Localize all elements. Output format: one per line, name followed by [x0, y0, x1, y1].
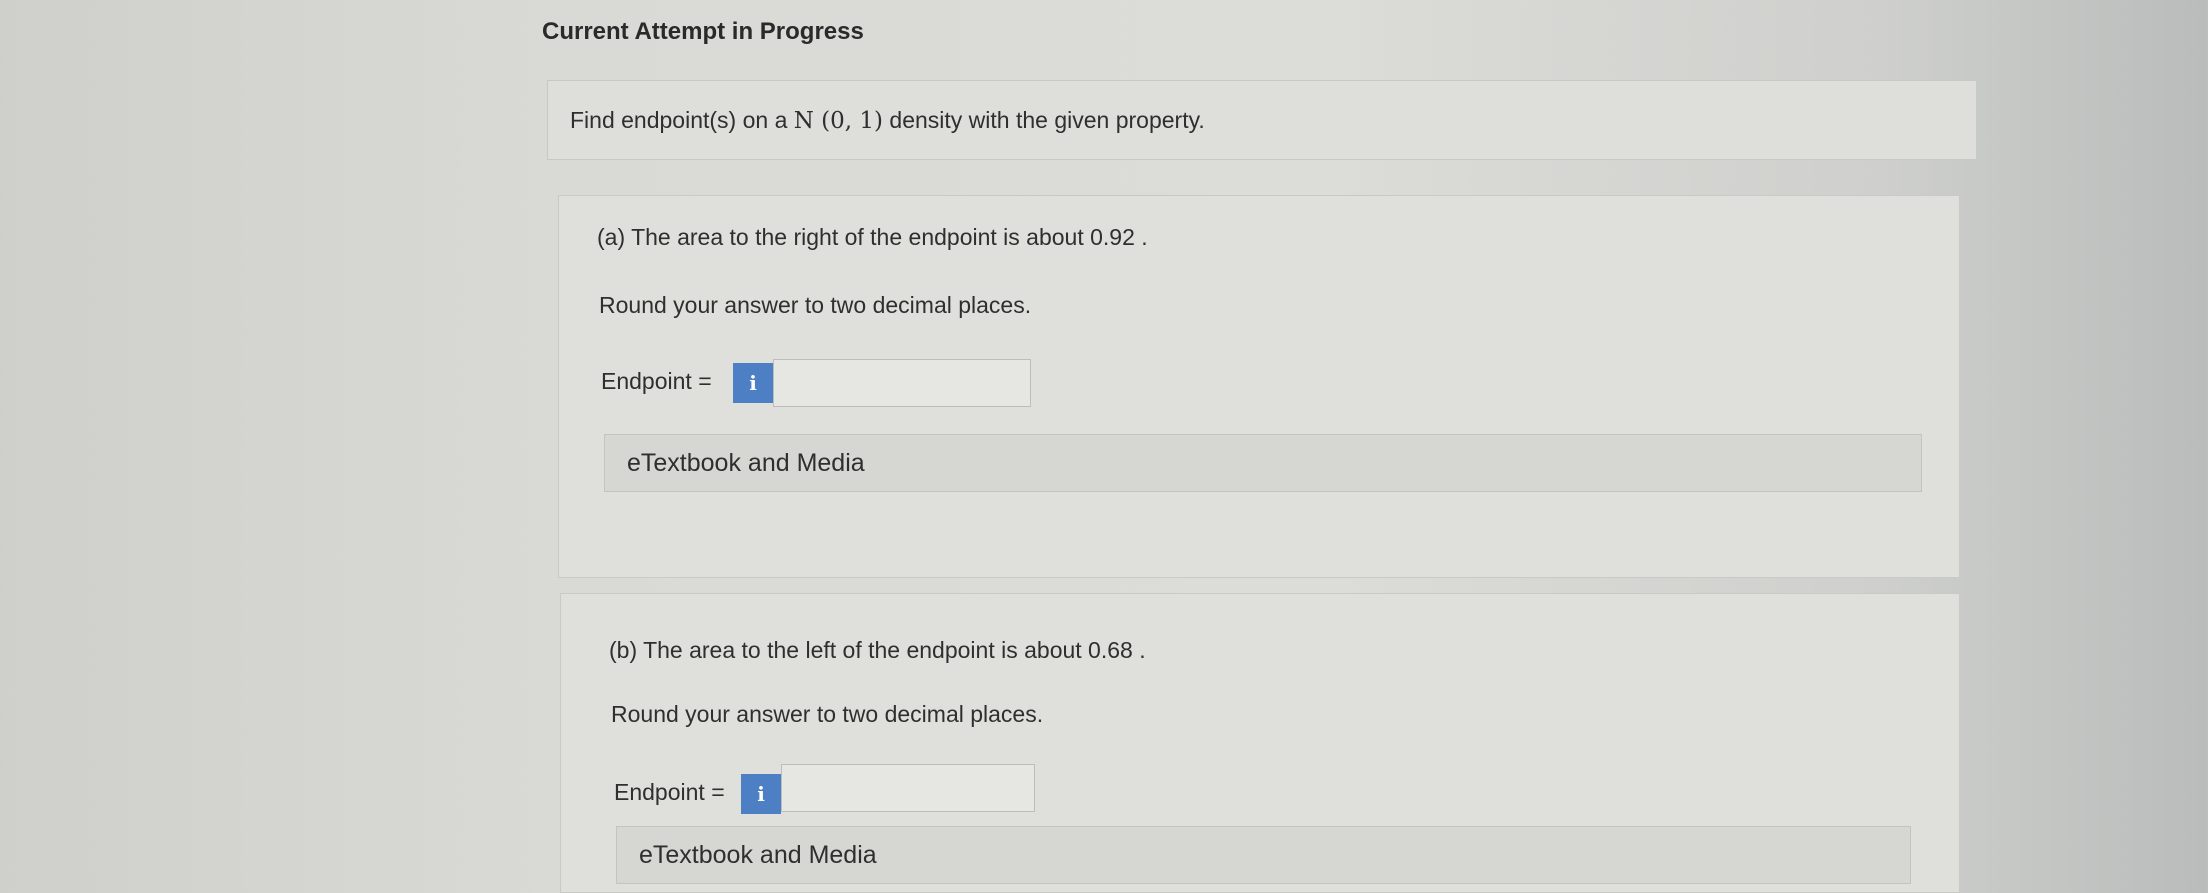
page-title: Current Attempt in Progress	[542, 18, 864, 45]
question-intro-text: Find endpoint(s) on a N (0, 1) density w…	[570, 107, 1205, 134]
part-b-endpoint-input[interactable]	[781, 764, 1035, 812]
part-b-etextbook-media-button[interactable]: eTextbook and Media	[616, 826, 1911, 884]
part-a-endpoint-label: Endpoint =	[601, 368, 712, 394]
part-a-question: (a) The area to the right of the endpoin…	[597, 224, 1148, 250]
intro-text-after: density with the given property.	[883, 107, 1205, 133]
part-b-info-icon[interactable]: i	[741, 774, 781, 814]
part-a-etextbook-media-button[interactable]: eTextbook and Media	[604, 434, 1922, 492]
part-a-instruction: Round your answer to two decimal places.	[599, 292, 1032, 318]
part-a-box: (a) The area to the right of the endpoin…	[558, 195, 1960, 578]
intro-text-before: Find endpoint(s) on a	[570, 107, 794, 133]
intro-math: N (0, 1)	[793, 108, 884, 134]
part-a-info-icon[interactable]: i	[733, 363, 773, 403]
part-b-endpoint-label: Endpoint =	[614, 779, 725, 805]
question-intro-box: Find endpoint(s) on a N (0, 1) density w…	[547, 80, 1977, 160]
part-b-instruction: Round your answer to two decimal places.	[611, 701, 1044, 727]
part-b-question: (b) The area to the left of the endpoint…	[609, 637, 1146, 663]
part-b-box: (b) The area to the left of the endpoint…	[560, 593, 1960, 893]
part-a-endpoint-input[interactable]	[773, 359, 1031, 407]
